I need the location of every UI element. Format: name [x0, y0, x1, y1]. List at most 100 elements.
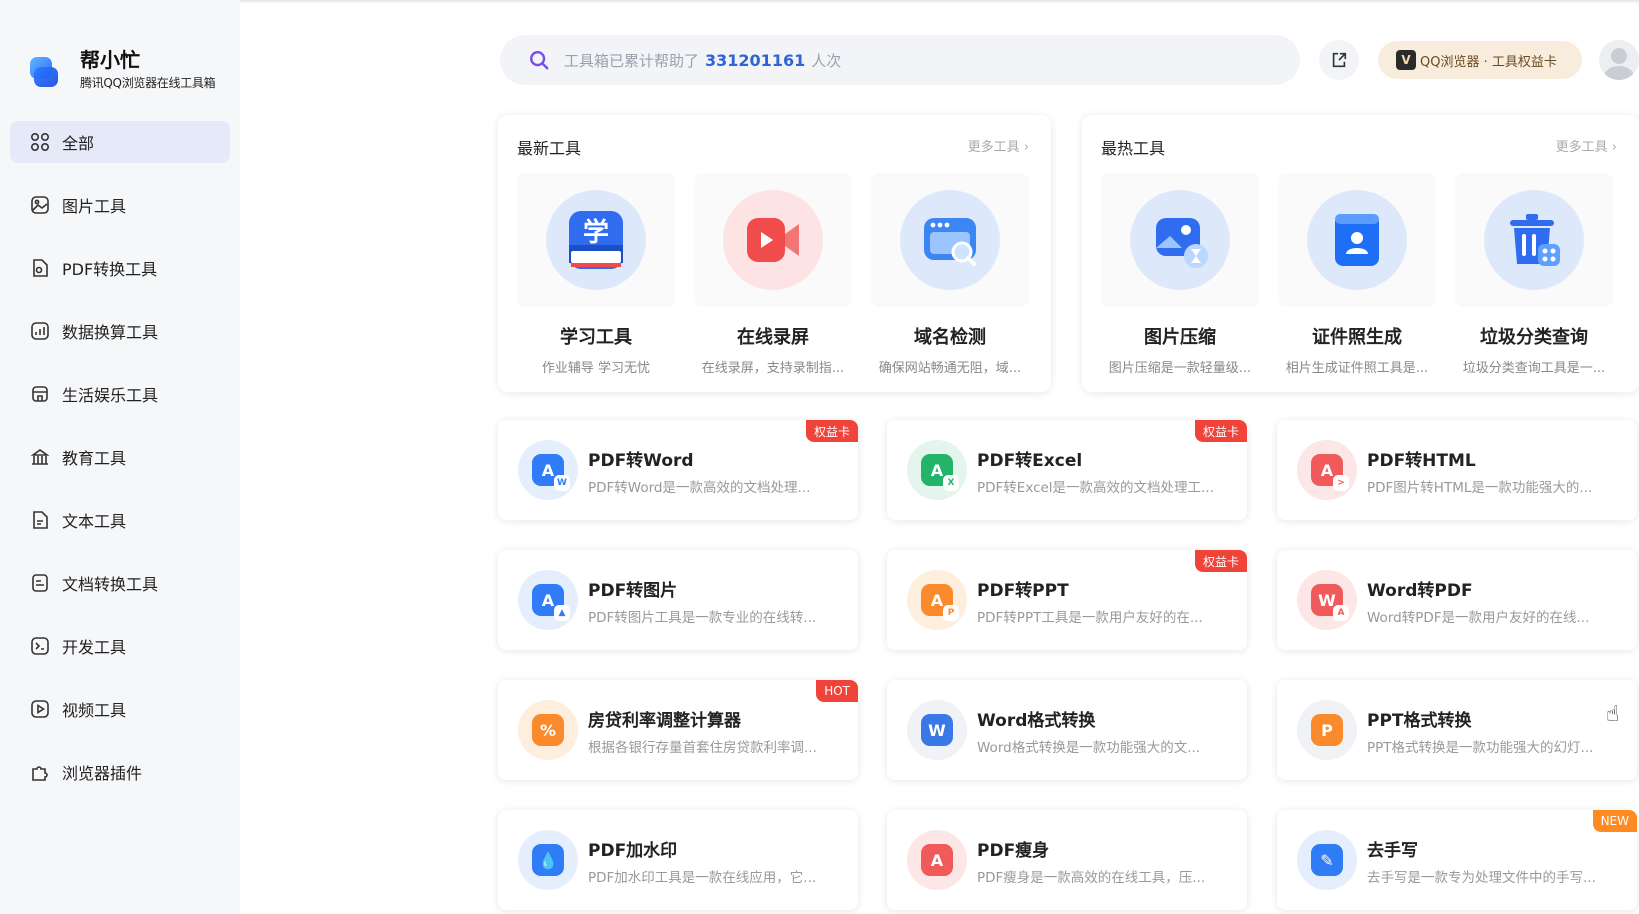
sidebar-item-label: 数据换算工具 — [62, 323, 159, 342]
hottest-tools-panel: 最热工具 更多工具 › 图片压缩 图片压缩是一款轻量级... 证件照生成 相片生… — [1082, 115, 1639, 392]
tool-card[interactable]: A X PDF转Excel PDF转Excel是一款高效的文档处理工... 权益卡 — [887, 420, 1247, 520]
brand-title: 帮小忙 — [80, 48, 140, 72]
featured-tool-domain-check[interactable]: 域名检测 确保网站畅通无阻，域... — [871, 173, 1029, 376]
featured-tool-screen-record[interactable]: 在线录屏 在线录屏，支持录制指... — [694, 173, 852, 376]
share-button[interactable] — [1319, 40, 1359, 80]
featured-tool-image-compress[interactable]: 图片压缩 图片压缩是一款轻量级... — [1101, 173, 1259, 376]
tool-name: PDF转图片 — [588, 581, 678, 601]
help-count: 331201161 — [705, 50, 806, 70]
tool-name: PPT格式转换 — [1367, 711, 1472, 731]
avatar[interactable] — [1599, 40, 1639, 80]
tool-desc: 根据各银行存量首套住房贷款利率调... — [588, 740, 817, 756]
sidebar-item-label: 教育工具 — [62, 449, 127, 468]
hand-cursor-icon: ☝ — [1606, 702, 1620, 727]
sidebar-item-browser-plugins[interactable]: 浏览器插件 — [10, 751, 230, 793]
panel-title: 最新工具 — [517, 139, 582, 158]
pdf-to-image-icon: A ▲ — [518, 570, 578, 630]
sidebar-item-dev-tools[interactable]: 开发工具 — [10, 625, 230, 667]
doc-convert-icon — [30, 573, 50, 593]
tool-name: PDF转PPT — [977, 581, 1069, 601]
tool-badge: 权益卡 — [1194, 550, 1247, 572]
word-to-pdf-icon: WA — [1297, 570, 1357, 630]
ppt-format-icon: P — [1297, 700, 1357, 760]
tool-card[interactable]: 💧 PDF加水印 PDF加水印工具是一款在线应用，它... — [498, 810, 858, 910]
tool-card[interactable]: P PPT格式转换 PPT格式转换是一款功能强大的幻灯... — [1277, 680, 1637, 780]
search-icon — [530, 51, 549, 70]
tool-card[interactable]: ✎ 去手写 去手写是一款专为处理文件中的手写... NEW — [1277, 810, 1637, 910]
sidebar-item-life-tools[interactable]: 生活娱乐工具 — [10, 373, 230, 415]
domain-check-icon — [900, 190, 1000, 290]
pdf-to-excel-icon: AX — [907, 440, 967, 500]
sidebar-item-text-tools[interactable]: 文本工具 — [10, 499, 230, 541]
brand[interactable]: 帮小忙 腾讯QQ浏览器在线工具箱 — [28, 48, 216, 91]
search-bar[interactable]: 工具箱已累计帮助了 331201161 人次 — [500, 35, 1300, 85]
featured-tool-desc: 确保网站畅通无阻，域... — [878, 361, 1022, 376]
more-tools-link[interactable]: 更多工具 › — [1556, 136, 1617, 155]
mortgage-calculator-icon: % — [518, 700, 578, 760]
tool-name: 去手写 — [1367, 841, 1418, 861]
tool-name: PDF瘦身 — [977, 841, 1050, 861]
sidebar-item-label: 图片工具 — [62, 197, 127, 216]
tool-desc: PDF转Word是一款高效的文档处理... — [588, 480, 811, 496]
chart-icon — [30, 321, 50, 341]
search-suffix: 人次 — [811, 51, 842, 70]
sidebar-item-data-tools[interactable]: 数据换算工具 — [10, 310, 230, 352]
tool-desc: PPT格式转换是一款功能强大的幻灯... — [1367, 740, 1594, 756]
sidebar-item-label: 文本工具 — [62, 512, 127, 531]
store-icon — [30, 384, 50, 404]
tool-card[interactable]: A P PDF转PPT PDF转PPT工具是一款用户友好的在... 权益卡 — [887, 550, 1247, 650]
tool-card[interactable]: A W PDF转Word PDF转Word是一款高效的文档处理... 权益卡 — [498, 420, 858, 520]
tool-card[interactable]: A ▲ PDF转图片 PDF转图片工具是一款专业的在线转... — [498, 550, 858, 650]
panel-title: 最热工具 — [1101, 139, 1166, 158]
more-tools-link[interactable]: 更多工具 › — [968, 136, 1029, 155]
sidebar-item-label: 浏览器插件 — [62, 764, 143, 783]
sidebar-item-label: 文档转换工具 — [62, 575, 159, 594]
tool-desc: PDF加水印工具是一款在线应用，它... — [588, 870, 817, 886]
tool-card[interactable]: W Word格式转换 Word格式转换是一款功能强大的文... — [887, 680, 1247, 780]
tool-card[interactable]: A PDF瘦身 PDF瘦身是一款高效的在线工具，压... — [887, 810, 1247, 910]
pdf-file-icon — [30, 258, 50, 278]
sidebar-item-doc-convert-tools[interactable]: 文档转换工具 — [10, 562, 230, 604]
sidebar-item-video-tools[interactable]: 视频工具 — [10, 688, 230, 730]
featured-tool-name: 在线录屏 — [737, 327, 809, 348]
tool-desc: PDF转图片工具是一款专业的在线转... — [588, 610, 817, 626]
pdf-to-ppt-icon: AP — [907, 570, 967, 630]
featured-tool-name: 学习工具 — [560, 327, 632, 348]
tool-name: 房贷利率调整计算器 — [588, 711, 741, 731]
tool-card[interactable]: A > PDF转HTML PDF图片转HTML是一款功能强大的... — [1277, 420, 1637, 520]
newest-tools-panel: 最新工具 更多工具 › 学 学习工具 作业辅导 学习无忧 在线录屏 在线录屏，支… — [498, 115, 1051, 392]
featured-tool-study[interactable]: 学 学习工具 作业辅导 学习无忧 — [517, 173, 675, 376]
tool-desc: PDF转PPT工具是一款用户友好的在... — [977, 610, 1203, 626]
featured-tool-desc: 在线录屏，支持录制指... — [701, 361, 845, 376]
featured-tool-id-photo[interactable]: 证件照生成 相片生成证件照工具是... — [1278, 173, 1436, 376]
pdf-to-html-icon: A > — [1297, 440, 1357, 500]
sidebar-item-image-tools[interactable]: 图片工具 — [10, 184, 230, 226]
featured-tool-desc: 图片压缩是一款轻量级... — [1108, 361, 1252, 376]
tool-card[interactable]: W A Word转PDF Word转PDF是一款用户友好的在线... — [1277, 550, 1637, 650]
tool-name: Word转PDF — [1367, 581, 1473, 601]
sidebar-nav: 全部 图片工具 PDF转换工具 数据换算工具 生活娱乐工具 教育工具 文本工具 — [10, 121, 230, 814]
tool-card[interactable]: % 房贷利率调整计算器 根据各银行存量首套住房贷款利率调... HOT — [498, 680, 858, 780]
image-icon — [30, 195, 50, 215]
sidebar-item-education-tools[interactable]: 教育工具 — [10, 436, 230, 478]
sidebar-item-pdf-tools[interactable]: PDF转换工具 — [10, 247, 230, 289]
featured-tool-trash-sort[interactable]: 垃圾分类查询 垃圾分类查询工具是一... — [1455, 173, 1613, 376]
sidebar-item-label: 视频工具 — [62, 701, 127, 720]
svg-text:学: 学 — [583, 217, 609, 248]
vip-card-button[interactable]: V QQ浏览器 · 工具权益卡 — [1378, 41, 1582, 79]
sidebar-item-label: PDF转换工具 — [62, 260, 158, 279]
tool-name: PDF加水印 — [588, 841, 678, 861]
school-icon — [30, 447, 50, 467]
featured-tool-name: 图片压缩 — [1144, 327, 1216, 348]
sidebar-item-all[interactable]: 全部 — [10, 121, 230, 163]
tool-desc: 去手写是一款专为处理文件中的手写... — [1367, 870, 1596, 886]
featured-tool-name: 域名检测 — [914, 327, 986, 348]
id-photo-icon — [1307, 190, 1407, 290]
brand-subtitle: 腾讯QQ浏览器在线工具箱 — [80, 76, 216, 90]
grid-icon — [30, 132, 50, 152]
search-prefix: 工具箱已累计帮助了 — [564, 51, 700, 70]
tool-name: PDF转Word — [588, 451, 694, 471]
tool-desc: PDF图片转HTML是一款功能强大的... — [1367, 480, 1593, 496]
screen-record-icon — [723, 190, 823, 290]
pdf-to-word-icon: AW — [518, 440, 578, 500]
